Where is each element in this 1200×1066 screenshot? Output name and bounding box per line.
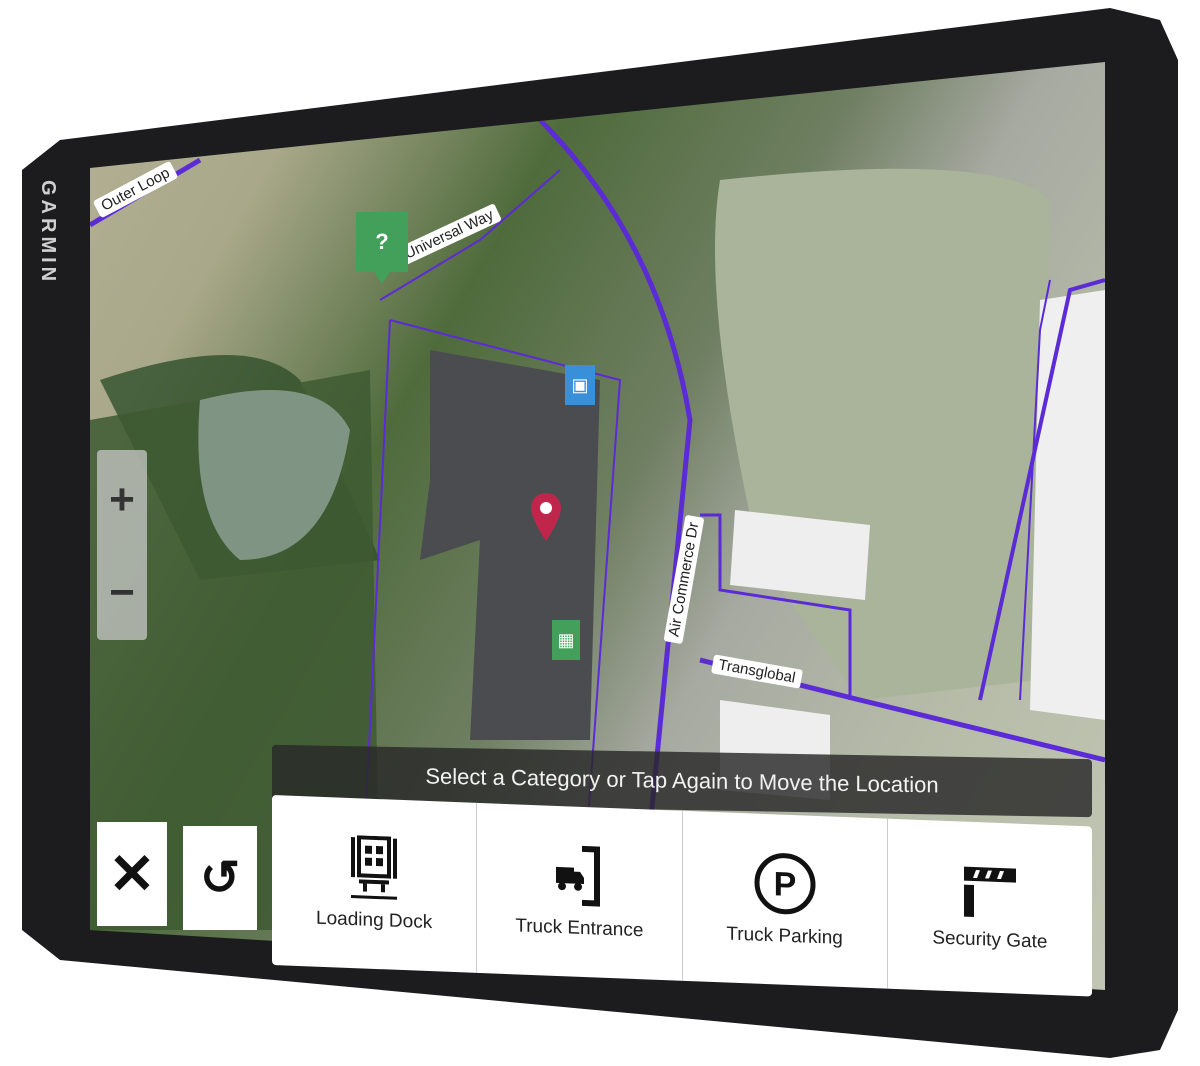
category-security-gate[interactable]: Security Gate [888, 819, 1092, 997]
category-label: Truck Parking [726, 923, 843, 949]
loading-dock-icon [351, 835, 398, 900]
category-label: Security Gate [932, 927, 1048, 953]
undo-icon: ↺ [199, 852, 241, 905]
zoom-controls: + − [97, 450, 147, 640]
close-icon: ✕ [108, 842, 156, 905]
category-truck-parking[interactable]: P Truck Parking [682, 810, 888, 989]
category-loading-dock[interactable]: Loading Dock [272, 795, 478, 973]
building [730, 510, 870, 600]
zoom-out-button[interactable]: − [97, 548, 147, 638]
security-gate-icon [963, 866, 1016, 917]
svg-text:P: P [773, 865, 796, 904]
parking-icon: P [754, 853, 816, 915]
loading-dock-marker[interactable]: ▦ [552, 620, 580, 660]
marker-label: ? [356, 212, 408, 272]
zoom-in-button[interactable]: + [97, 455, 147, 545]
field [715, 168, 1050, 700]
undo-button[interactable]: ↺ [183, 826, 257, 930]
category-label: Truck Entrance [515, 915, 644, 942]
gps-device: GARMIN Outer Loop Universal Way Air Comm… [0, 0, 1200, 1066]
category-label: Loading Dock [316, 907, 433, 934]
cancel-button[interactable]: ✕ [97, 822, 167, 926]
category-panel: Loading Dock Truck Entrance P Truck Park… [272, 795, 1092, 997]
location-pin-icon[interactable] [531, 493, 561, 541]
category-truck-entrance[interactable]: Truck Entrance [477, 802, 683, 981]
truck-entrance-icon [556, 845, 601, 907]
rv-marker[interactable]: ▣ [565, 365, 595, 405]
unknown-category-marker[interactable]: ? [356, 212, 408, 284]
warehouse-roof [420, 350, 600, 740]
brand-logo: GARMIN [37, 180, 59, 286]
building [1030, 290, 1105, 720]
